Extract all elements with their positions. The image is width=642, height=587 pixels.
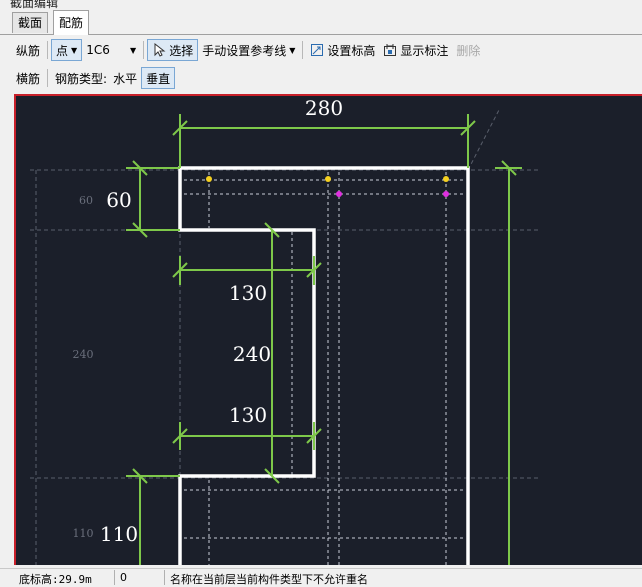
- dim-top-width: 280: [305, 96, 343, 120]
- chevron-down-icon: ▼: [130, 45, 137, 55]
- status-separator: [164, 570, 165, 585]
- status-bar: 底标高:29.9m 0 名称在当前层当前构件类型下不允许重名: [0, 568, 642, 586]
- tab-section[interactable]: 截面: [12, 12, 49, 33]
- section-drawing[interactable]: 280 60 130 240 130 110 60 240 110: [16, 96, 642, 565]
- dim-bottom-height: 110: [100, 522, 138, 546]
- show-dimensions-label: 显示标注: [400, 43, 449, 58]
- side-label-bottom: 110: [73, 527, 94, 540]
- dim-web-top-width: 130: [229, 281, 267, 305]
- chevron-down-icon: ▼: [71, 45, 78, 55]
- select-label: 选择: [169, 43, 194, 58]
- dimension-icon: [384, 44, 397, 56]
- toolbar-separator: [143, 41, 145, 59]
- rebar-spec-value: 1C6: [86, 43, 110, 57]
- rebar-point[interactable]: [443, 191, 449, 197]
- elevation-icon: [311, 44, 324, 56]
- rebar-point[interactable]: [336, 191, 342, 197]
- status-separator: [114, 570, 115, 585]
- rebar-spec-select[interactable]: 1C6 ▼: [82, 39, 140, 61]
- side-label-web: 240: [73, 348, 94, 361]
- show-dimensions-button[interactable]: 显示标注: [379, 39, 452, 61]
- vertical-button[interactable]: 垂直: [141, 67, 176, 89]
- rebar-point[interactable]: [443, 176, 449, 182]
- point-mode-label: 点: [56, 43, 69, 58]
- status-value: 0: [120, 571, 127, 584]
- rebar-point[interactable]: [206, 176, 212, 182]
- set-elevation-label: 设置标高: [327, 43, 376, 58]
- dimension-lines: [126, 114, 522, 565]
- manual-reference-line-label: 手动设置参考线: [202, 43, 287, 58]
- window-title-bar: 截面编辑: [0, 0, 642, 10]
- cursor-arrow-icon: [154, 43, 166, 57]
- dim-flange-height: 60: [106, 188, 131, 212]
- toolbar-transverse: 横筋 钢筋类型: 水平 垂直: [12, 66, 176, 90]
- toolbar-separator: [47, 41, 49, 59]
- toolbar-separator: [302, 41, 304, 59]
- transverse-label: 横筋: [16, 71, 41, 86]
- set-elevation-button[interactable]: 设置标高: [306, 39, 379, 61]
- grid-reference-lines: [30, 107, 540, 565]
- select-button[interactable]: 选择: [147, 39, 199, 61]
- dim-web-bottom-width: 130: [229, 403, 267, 427]
- manual-reference-line-button[interactable]: 手动设置参考线 ▼: [198, 39, 299, 61]
- longitudinal-label: 纵筋: [16, 43, 41, 58]
- tab-strip: 截面 配筋: [0, 10, 642, 35]
- toolbar-longitudinal: 纵筋 点 ▼ 1C6 ▼ 选择 手动设置参考线 ▼ 设置标高 显示标注 删除: [12, 38, 484, 62]
- delete-button[interactable]: 删除: [452, 39, 484, 61]
- dim-web-height: 240: [233, 342, 271, 366]
- rebar-point[interactable]: [325, 176, 331, 182]
- toolbar-separator: [47, 69, 49, 87]
- drawing-canvas[interactable]: 280 60 130 240 130 110 60 240 110: [14, 94, 642, 565]
- horizontal-button[interactable]: 水平: [109, 67, 141, 89]
- window-title: 截面编辑: [10, 0, 59, 10]
- section-outline: [178, 166, 470, 565]
- chevron-down-icon: ▼: [289, 45, 296, 55]
- point-mode-dropdown[interactable]: 点 ▼: [51, 39, 83, 61]
- rebar-type-label: 钢筋类型:: [55, 71, 108, 86]
- side-label-flange: 60: [79, 194, 93, 207]
- tab-reinforcement[interactable]: 配筋: [53, 10, 90, 35]
